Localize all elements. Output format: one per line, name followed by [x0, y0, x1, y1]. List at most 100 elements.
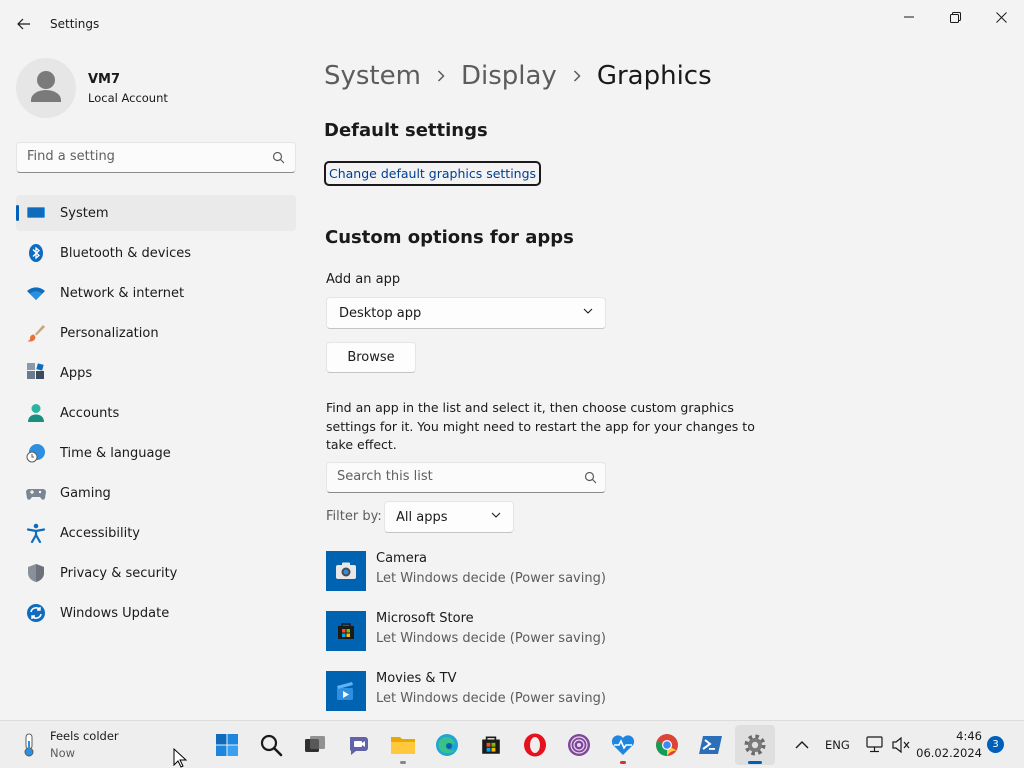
instructions-text: Find an app in the list and select it, t…	[326, 400, 755, 452]
task-view-button[interactable]	[295, 725, 335, 765]
accounts-icon	[28, 404, 44, 422]
gamepad-icon	[26, 489, 46, 500]
app-gpu-preference: Let Windows decide (Power saving)	[376, 631, 606, 646]
mouse-cursor-icon	[173, 748, 187, 768]
back-arrow-icon	[17, 18, 30, 30]
tor-icon	[568, 734, 590, 756]
file-explorer-button[interactable]	[383, 725, 423, 765]
opera-button[interactable]	[515, 725, 555, 765]
volume-muted-icon[interactable]	[891, 735, 911, 755]
sidebar-item-label: System	[60, 205, 109, 221]
movies-icon	[337, 682, 353, 700]
store-icon	[338, 623, 354, 639]
thermometer-icon[interactable]	[18, 733, 40, 757]
app-type-value: Desktop app	[339, 306, 422, 321]
powershell-button[interactable]	[691, 725, 731, 765]
running-indicator	[748, 761, 762, 764]
breadcrumb-system[interactable]: System	[324, 61, 421, 91]
sidebar-item-apps[interactable]: Apps	[16, 355, 296, 391]
page-title: Graphics	[596, 61, 712, 91]
sidebar-item-system[interactable]: System	[16, 195, 296, 231]
restore-button[interactable]	[932, 4, 978, 30]
chevron-right-icon	[437, 70, 445, 82]
network-icon[interactable]	[865, 735, 885, 755]
close-button[interactable]	[978, 4, 1024, 30]
taskbar: Feels colder Now ENG 4:46 06.02.2024 3	[0, 720, 1024, 768]
sidebar-item-gaming[interactable]: Gaming	[16, 475, 296, 511]
app-list-item[interactable]: Camera Let Windows decide (Power saving)	[326, 551, 746, 595]
app-type-dropdown[interactable]: Desktop app	[326, 297, 606, 329]
breadcrumb-display[interactable]: Display	[461, 61, 557, 91]
settings-search[interactable]	[16, 142, 296, 173]
monitor-icon	[27, 207, 45, 218]
start-button[interactable]	[207, 725, 247, 765]
browse-button[interactable]: Browse	[326, 342, 416, 373]
sidebar-item-network[interactable]: Network & internet	[16, 275, 296, 311]
chevron-down-icon	[491, 512, 501, 518]
edge-button[interactable]	[427, 725, 467, 765]
update-icon	[27, 604, 45, 622]
close-icon	[995, 11, 1007, 23]
sidebar-item-label: Personalization	[60, 325, 159, 341]
chrome-button[interactable]	[647, 725, 687, 765]
search-icon	[260, 734, 283, 757]
camera-tile	[326, 551, 366, 591]
chrome-icon	[656, 734, 678, 756]
taskbar-search-button[interactable]	[251, 725, 291, 765]
default-settings-heading: Default settings	[324, 120, 488, 141]
tor-browser-button[interactable]	[559, 725, 599, 765]
add-app-label: Add an app	[326, 272, 401, 287]
sidebar-item-label: Accessibility	[60, 525, 140, 541]
clock-date[interactable]: 06.02.2024	[912, 746, 982, 760]
app-list-item[interactable]: Movies & TV Let Windows decide (Power sa…	[326, 671, 746, 715]
app-name: Microsoft Store	[376, 611, 474, 626]
sidebar-item-time-language[interactable]: Time & language	[16, 435, 296, 471]
globe-clock-icon	[26, 444, 45, 463]
sidebar-item-personalization[interactable]: Personalization	[16, 315, 296, 351]
search-input[interactable]	[27, 149, 267, 164]
app-list-item[interactable]: Microsoft Store Let Windows decide (Powe…	[326, 611, 746, 655]
health-app-button[interactable]	[603, 725, 643, 765]
store-tile	[326, 611, 366, 651]
apps-icon	[27, 363, 44, 379]
app-list-search[interactable]	[326, 462, 606, 493]
back-button[interactable]	[12, 12, 36, 36]
accessibility-icon	[26, 523, 46, 543]
weather-title[interactable]: Feels colder	[50, 729, 119, 743]
custom-options-heading: Custom options for apps	[325, 227, 574, 248]
bluetooth-icon	[29, 244, 43, 262]
filter-label: Filter by:	[326, 509, 382, 524]
sidebar-item-label: Windows Update	[60, 605, 170, 621]
change-default-graphics-link[interactable]: Change default graphics settings	[324, 161, 542, 186]
sidebar-item-privacy[interactable]: Privacy & security	[16, 555, 296, 591]
chevron-up-icon[interactable]	[792, 735, 812, 755]
list-search-input[interactable]	[337, 469, 577, 484]
sidebar-item-label: Gaming	[60, 485, 111, 501]
app-name: Camera	[376, 551, 428, 566]
window-title: Settings	[50, 17, 100, 31]
chevron-right-icon	[573, 70, 581, 82]
sidebar-nav: System Bluetooth & devices Network & int…	[16, 195, 296, 635]
user-icon	[31, 71, 61, 102]
teams-chat-button[interactable]	[339, 725, 379, 765]
store-button[interactable]	[471, 725, 511, 765]
minimize-button[interactable]	[886, 4, 932, 30]
avatar[interactable]	[16, 58, 76, 118]
notification-badge[interactable]: 3	[987, 736, 1004, 753]
wifi-icon	[27, 287, 45, 300]
language-indicator[interactable]: ENG	[825, 738, 850, 752]
clock-time[interactable]: 4:46	[944, 729, 982, 743]
filter-dropdown[interactable]: All apps	[384, 501, 514, 533]
app-gpu-preference: Let Windows decide (Power saving)	[376, 571, 606, 586]
sidebar-item-bluetooth[interactable]: Bluetooth & devices	[16, 235, 296, 271]
sidebar-item-windows-update[interactable]: Windows Update	[16, 595, 296, 631]
app-gpu-preference: Let Windows decide (Power saving)	[376, 691, 606, 706]
edge-icon	[436, 734, 458, 756]
chat-icon	[349, 737, 368, 755]
heart-pulse-icon	[611, 735, 635, 755]
settings-taskbar-button[interactable]	[735, 725, 775, 765]
running-indicator	[620, 761, 626, 764]
sidebar-item-accounts[interactable]: Accounts	[16, 395, 296, 431]
restore-icon	[949, 11, 961, 23]
sidebar-item-accessibility[interactable]: Accessibility	[16, 515, 296, 551]
